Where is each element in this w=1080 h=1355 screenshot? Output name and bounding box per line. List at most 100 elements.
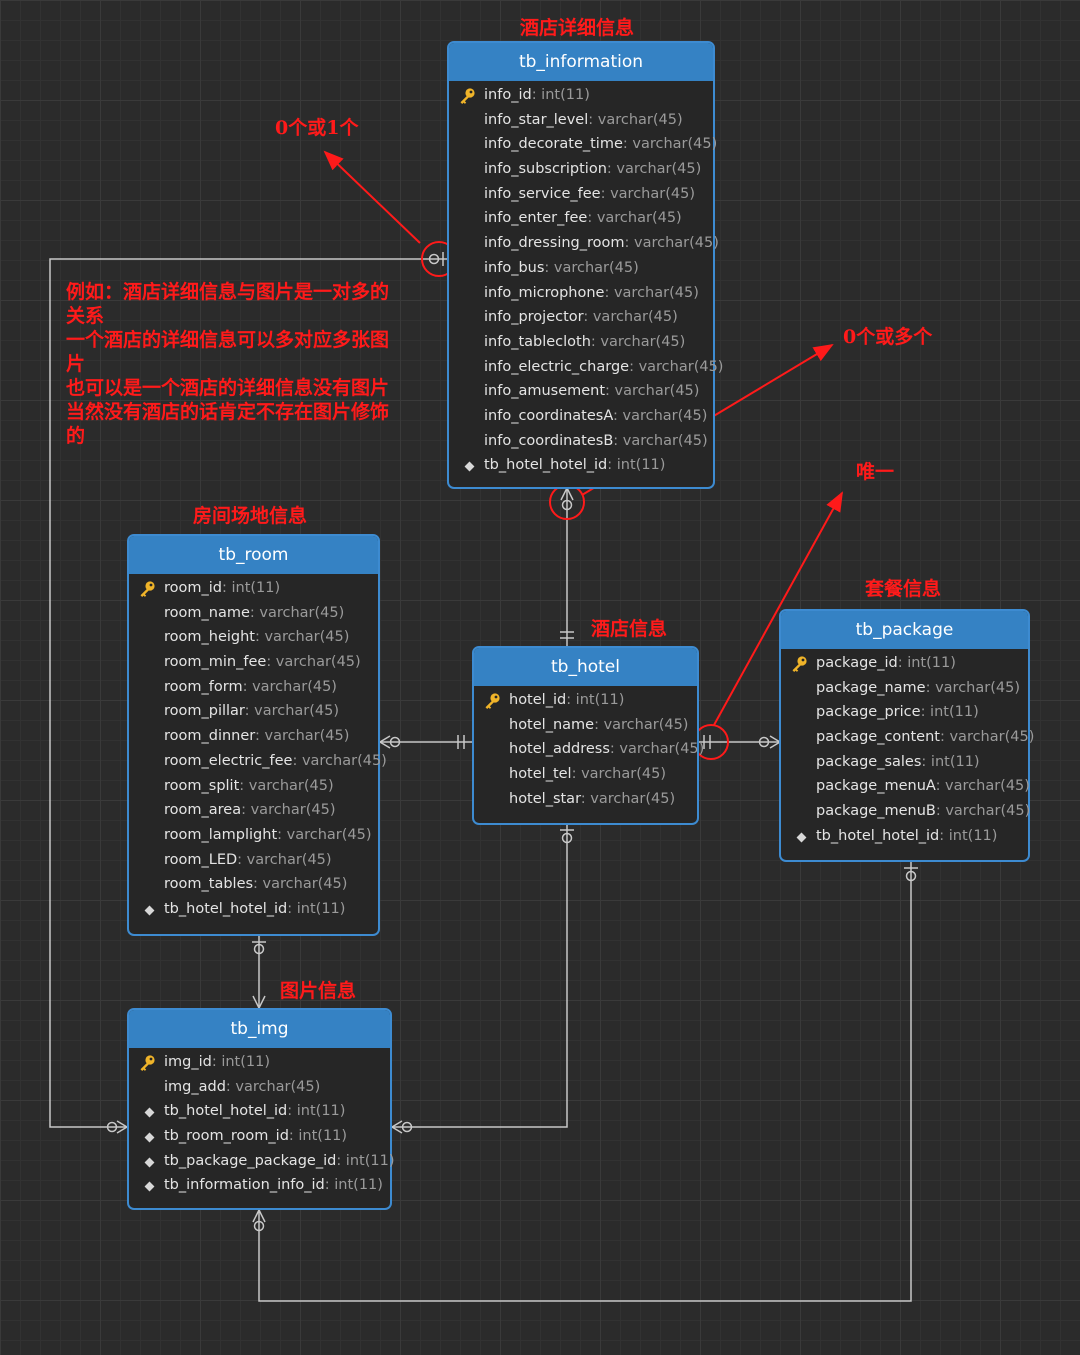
label-package: 套餐信息	[865, 578, 942, 600]
field-name: tb_hotel_hotel_id	[484, 457, 608, 474]
entity-title[interactable]: tb_information	[449, 43, 713, 81]
field-name: room_name	[164, 604, 250, 621]
primary-key-icon	[138, 1054, 156, 1072]
field-type: : int(11)	[921, 753, 980, 770]
field-name: package_id	[816, 655, 898, 671]
field-row[interactable]: info_bus: varchar(45)	[449, 256, 713, 281]
entity-tb-hotel[interactable]: tb_hotel hotel_id: int(11) hotel_name: va…	[472, 646, 704, 825]
field-row[interactable]: info_projector: varchar(45)	[449, 305, 713, 330]
field-type: : int(11)	[324, 1177, 383, 1194]
field-type: : varchar(45)	[253, 876, 348, 893]
field-row[interactable]: hotel_star: varchar(45)	[474, 787, 697, 812]
field-row[interactable]: room_name: varchar(45)	[129, 601, 378, 626]
field-list: info_id: int(11) info_star_level: varchar…	[449, 81, 723, 478]
field-row[interactable]: room_LED: varchar(45)	[129, 848, 378, 873]
field-name: info_electric_charge	[484, 358, 630, 375]
label-hotel: 酒店信息	[591, 618, 668, 640]
field-row[interactable]: room_min_fee: varchar(45)	[129, 650, 378, 675]
field-name: room_tables	[164, 876, 254, 893]
field-row[interactable]: hotel_tel: varchar(45)	[474, 762, 697, 787]
label-zero-or-one: 0个或1个	[275, 117, 359, 139]
field-name: room_pillar	[164, 703, 245, 720]
field-type: : int(11)	[288, 1128, 348, 1145]
field-type: : int(11)	[897, 655, 956, 671]
field-row[interactable]: package_menuB: varchar(45)	[781, 799, 1030, 824]
field-type: : int(11)	[607, 457, 666, 474]
entity-title[interactable]: tb_room	[129, 536, 378, 574]
entity-tb-information[interactable]: tb_information info_id: int(11) info_star…	[447, 41, 723, 489]
field-row[interactable]: room_area: varchar(45)	[129, 798, 378, 823]
entity-tb-room[interactable]: tb_room room_id: int(11) room_name: varch…	[127, 534, 387, 936]
primary-key-icon	[458, 87, 476, 105]
field-row[interactable]: tb_hotel_hotel_id: int(11)	[781, 824, 1028, 849]
field-row[interactable]: room_tables: varchar(45)	[129, 872, 378, 897]
field-row[interactable]: hotel_id: int(11)	[474, 688, 697, 713]
field-row[interactable]: hotel_name: varchar(45)	[474, 713, 697, 738]
field-row[interactable]: package_sales: int(11)	[781, 750, 1028, 775]
field-row[interactable]: room_electric_fee: varchar(45)	[129, 749, 387, 774]
note-line: 例如：酒店详细信息与图片是一对多的关系	[66, 281, 390, 327]
field-row[interactable]: info_amusement: varchar(45)	[449, 379, 713, 404]
field-type: : int(11)	[531, 87, 590, 103]
field-name: hotel_name	[509, 716, 595, 733]
field-name: room_min_fee	[164, 654, 267, 671]
field-row[interactable]: info_coordinatesA: varchar(45)	[449, 404, 713, 429]
field-type: : varchar(45)	[606, 161, 702, 178]
field-list: hotel_id: int(11) hotel_name: varchar(45)…	[474, 686, 704, 812]
field-row[interactable]: package_name: varchar(45)	[781, 676, 1028, 701]
field-name: hotel_id	[509, 692, 567, 708]
field-name: room_dinner	[164, 728, 256, 745]
field-row[interactable]: package_menuA: varchar(45)	[781, 774, 1030, 799]
entity-title[interactable]: tb_package	[781, 611, 1028, 649]
note-line: 也可以是一个酒店的详细信息没有图片	[66, 377, 390, 399]
field-row[interactable]: info_microphone: varchar(45)	[449, 281, 713, 306]
field-type: : varchar(45)	[225, 1078, 321, 1095]
field-row[interactable]: tb_hotel_hotel_id: int(11)	[129, 897, 378, 922]
field-name: hotel_star	[509, 790, 581, 807]
field-type: : varchar(45)	[292, 752, 387, 769]
field-name: info_star_level	[484, 111, 589, 128]
field-row[interactable]: img_id: int(11)	[129, 1050, 390, 1075]
field-type: : varchar(45)	[587, 210, 682, 227]
field-row[interactable]: tb_package_package_id: int(11)	[129, 1149, 394, 1174]
field-name: info_amusement	[484, 383, 606, 400]
field-name: room_lamplight	[164, 826, 278, 843]
field-row[interactable]: info_subscription: varchar(45)	[449, 157, 713, 182]
field-type: : varchar(45)	[594, 716, 689, 733]
field-row[interactable]: hotel_address: varchar(45)	[474, 737, 704, 762]
field-row[interactable]: info_tablecloth: varchar(45)	[449, 330, 713, 355]
field-row[interactable]: tb_hotel_hotel_id: int(11)	[129, 1099, 390, 1124]
field-row[interactable]: tb_information_info_id: int(11)	[129, 1173, 390, 1198]
field-row[interactable]: room_lamplight: varchar(45)	[129, 823, 378, 848]
field-row[interactable]: info_decorate_time: varchar(45)	[449, 132, 717, 157]
entity-title[interactable]: tb_img	[129, 1010, 390, 1048]
field-row[interactable]: tb_hotel_hotel_id: int(11)	[449, 453, 713, 478]
field-row[interactable]: package_id: int(11)	[781, 651, 1028, 676]
field-type: : int(11)	[287, 1103, 346, 1120]
field-row[interactable]: room_id: int(11)	[129, 576, 378, 601]
field-row[interactable]: info_dressing_room: varchar(45)	[449, 231, 719, 256]
field-row[interactable]: info_service_fee: varchar(45)	[449, 182, 713, 207]
entity-tb-img[interactable]: tb_img img_id: int(11) img_add: varchar(4…	[127, 1008, 394, 1210]
field-name: room_electric_fee	[164, 752, 293, 769]
field-row[interactable]: room_split: varchar(45)	[129, 774, 378, 799]
rel-hotel-img	[392, 824, 568, 1128]
field-row[interactable]: room_dinner: varchar(45)	[129, 724, 378, 749]
foreign-key-icon	[144, 1157, 155, 1168]
field-row[interactable]: info_coordinatesB: varchar(45)	[449, 429, 713, 454]
field-row[interactable]: img_add: varchar(45)	[129, 1075, 390, 1100]
field-row[interactable]: package_content: varchar(45)	[781, 725, 1034, 750]
field-type: : varchar(45)	[277, 826, 372, 843]
entity-title[interactable]: tb_hotel	[474, 648, 697, 686]
field-row[interactable]: room_height: varchar(45)	[129, 625, 378, 650]
field-row[interactable]: room_pillar: varchar(45)	[129, 699, 378, 724]
entity-tb-package[interactable]: tb_package package_id: int(11) package_na…	[779, 609, 1034, 862]
field-row[interactable]: info_id: int(11)	[449, 83, 713, 108]
field-list: package_id: int(11) package_name: varchar…	[781, 649, 1034, 849]
field-row[interactable]: room_form: varchar(45)	[129, 675, 378, 700]
field-row[interactable]: info_star_level: varchar(45)	[449, 108, 713, 133]
field-row[interactable]: tb_room_room_id: int(11)	[129, 1124, 390, 1149]
field-row[interactable]: package_price: int(11)	[781, 700, 1028, 725]
field-row[interactable]: info_electric_charge: varchar(45)	[449, 355, 723, 380]
field-row[interactable]: info_enter_fee: varchar(45)	[449, 206, 713, 231]
